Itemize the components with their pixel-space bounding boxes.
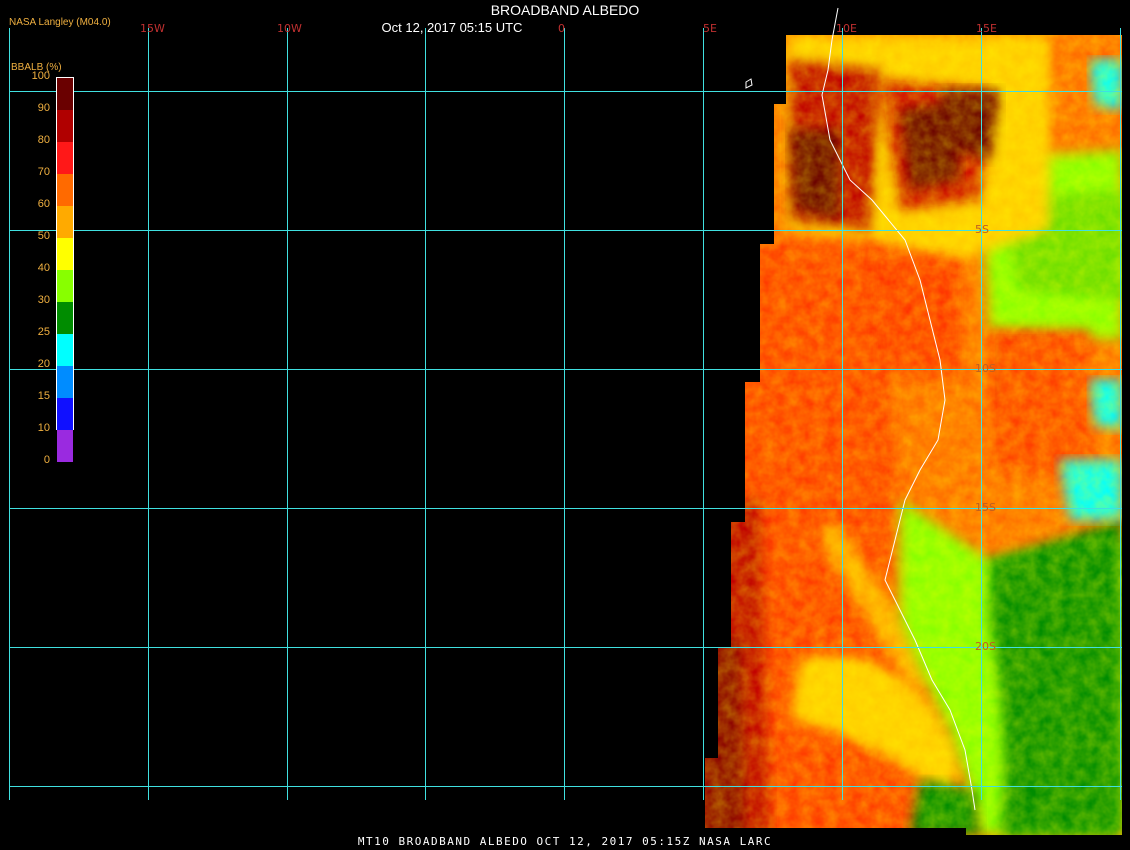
legend-swatch bbox=[57, 366, 73, 398]
legend-swatch bbox=[57, 110, 73, 142]
lon-label-15e: 15E bbox=[976, 22, 997, 35]
legend-swatch bbox=[57, 398, 73, 430]
legend-tick-label: 0 bbox=[43, 454, 50, 466]
legend-swatch bbox=[57, 334, 73, 366]
map-title: BROADBAND ALBEDO bbox=[490, 2, 640, 18]
legend-tick-label: 90 bbox=[37, 102, 50, 114]
legend-tick-label: 80 bbox=[37, 134, 50, 146]
color-legend bbox=[56, 77, 74, 462]
legend-tick-label: 60 bbox=[37, 198, 50, 210]
legend-swatch bbox=[57, 78, 73, 110]
legend-tick-label: 30 bbox=[37, 294, 50, 306]
credit-label: NASA Langley (M04.0) bbox=[9, 17, 111, 28]
albedo-map bbox=[9, 7, 1122, 835]
lat-label-10s: 10S bbox=[975, 362, 996, 375]
legend-tick-label: 100 bbox=[31, 70, 50, 82]
lon-label-10e: 10E bbox=[836, 22, 857, 35]
footer-caption: MT10 BROADBAND ALBEDO OCT 12, 2017 05:15… bbox=[357, 835, 773, 848]
lat-label-20s: 20S bbox=[975, 640, 996, 653]
lat-label-5s: 5S bbox=[975, 223, 989, 236]
legend-tick-label: 20 bbox=[37, 358, 50, 370]
legend-swatch bbox=[57, 174, 73, 206]
legend-swatch bbox=[57, 302, 73, 334]
legend-swatch bbox=[57, 430, 73, 462]
legend-tick-label: 25 bbox=[37, 326, 50, 338]
lon-label-15w: 15W bbox=[140, 22, 165, 35]
legend-swatch bbox=[57, 142, 73, 174]
island-outline bbox=[745, 78, 753, 89]
legend-tick-label: 70 bbox=[37, 166, 50, 178]
lon-label-0: 0 bbox=[558, 22, 565, 35]
legend-tick-label: 15 bbox=[37, 390, 50, 402]
lon-label-5e: 5E bbox=[703, 22, 717, 35]
legend-tick-label: 40 bbox=[37, 262, 50, 274]
albedo-swath bbox=[705, 35, 1122, 835]
legend-tick-label: 50 bbox=[37, 230, 50, 242]
lat-label-15s: 15S bbox=[975, 501, 996, 514]
legend-swatch bbox=[57, 238, 73, 270]
legend-tick-label: 10 bbox=[37, 422, 50, 434]
legend-swatch bbox=[57, 206, 73, 238]
lon-label-10w: 10W bbox=[277, 22, 302, 35]
legend-swatch bbox=[57, 270, 73, 302]
